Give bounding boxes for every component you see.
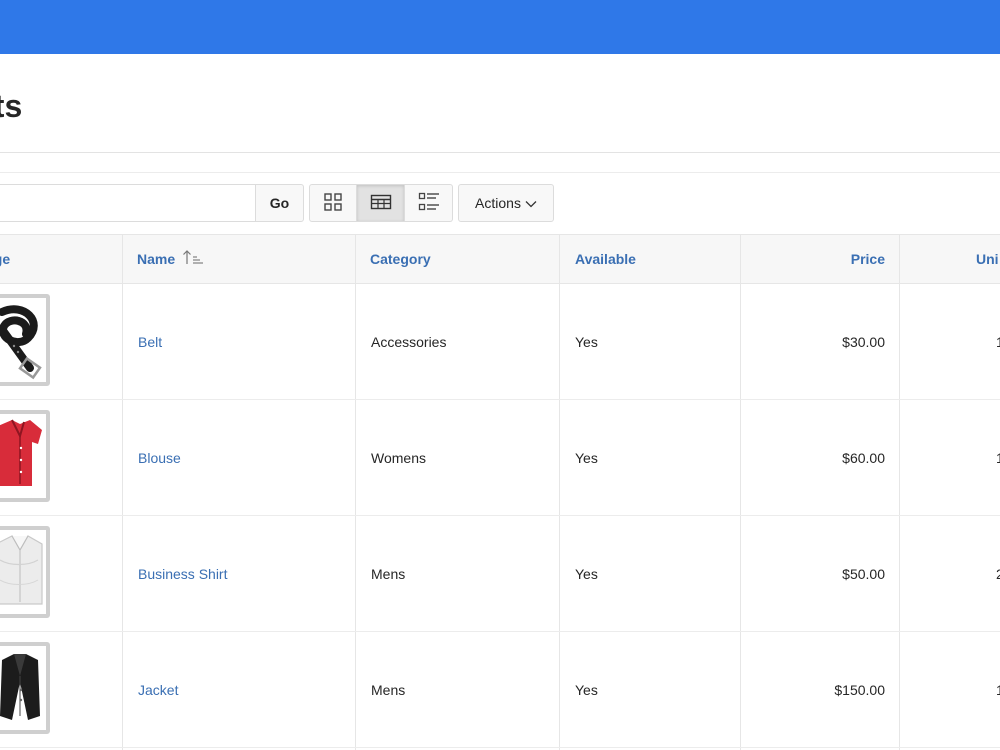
column-header-category[interactable]: Category [370,235,560,284]
table-row: Business Shirt Mens Yes $50.00 2 [0,516,1000,632]
category-cell: Mens [371,566,406,582]
price-cell: $150.00 [834,682,885,698]
product-name-cell: Blouse [138,400,181,516]
detail-view-button[interactable] [405,184,453,222]
blouse-image [0,410,50,502]
product-link[interactable]: Business Shirt [138,566,227,582]
region-divider [0,152,1000,153]
column-header-units[interactable]: Uni [976,235,1000,284]
actions-menu-button[interactable]: Actions [458,184,554,222]
go-button[interactable]: Go [255,184,304,222]
search-input[interactable] [0,184,256,222]
column-header-name-label: Name [137,251,176,267]
sort-ascending-icon [182,236,204,285]
column-header-name[interactable]: Name [137,235,355,284]
business-shirt-image [0,526,50,618]
category-cell: Mens [371,682,406,698]
units-cell: 1 [996,450,1000,466]
table-header-row: age Name Category Available Price Uni [0,234,1000,284]
available-cell: Yes [575,334,598,350]
category-cell: Accessories [371,334,447,350]
detail-view-icon [418,191,440,216]
table-row: Jacket Mens Yes $150.00 1 [0,632,1000,748]
price-cell: $60.00 [842,450,885,466]
column-header-image[interactable]: age [0,235,122,284]
units-cell: 1 [996,334,1000,350]
actions-label: Actions [475,195,521,211]
chevron-down-icon [525,195,537,211]
category-cell: Womens [371,450,426,466]
product-name-cell: Belt [138,284,162,400]
belt-image [0,294,50,386]
product-link[interactable]: Jacket [138,682,178,698]
product-name-cell: Business Shirt [138,516,227,632]
column-header-available[interactable]: Available [575,235,740,284]
product-name-cell: Jacket [138,632,178,748]
top-navigation-bar [0,0,1000,54]
report-view-button[interactable] [357,184,405,222]
price-cell: $30.00 [842,334,885,350]
jacket-image [0,642,50,734]
available-cell: Yes [575,450,598,466]
units-cell: 1 [996,682,1000,698]
available-cell: Yes [575,682,598,698]
price-cell: $50.00 [842,566,885,582]
view-switcher [309,184,453,222]
product-link[interactable]: Blouse [138,450,181,466]
report-view-icon [370,193,392,214]
table-row: Belt Accessories Yes $30.00 1 [0,284,1000,400]
units-cell: 2 [996,566,1000,582]
page-title: cts [0,88,23,124]
grid-view-icon [323,192,343,215]
column-header-price[interactable]: Price [741,235,885,284]
grid-view-button[interactable] [309,184,357,222]
product-link[interactable]: Belt [138,334,162,350]
region-divider [0,172,1000,173]
table-row: Blouse Womens Yes $60.00 1 [0,400,1000,516]
available-cell: Yes [575,566,598,582]
